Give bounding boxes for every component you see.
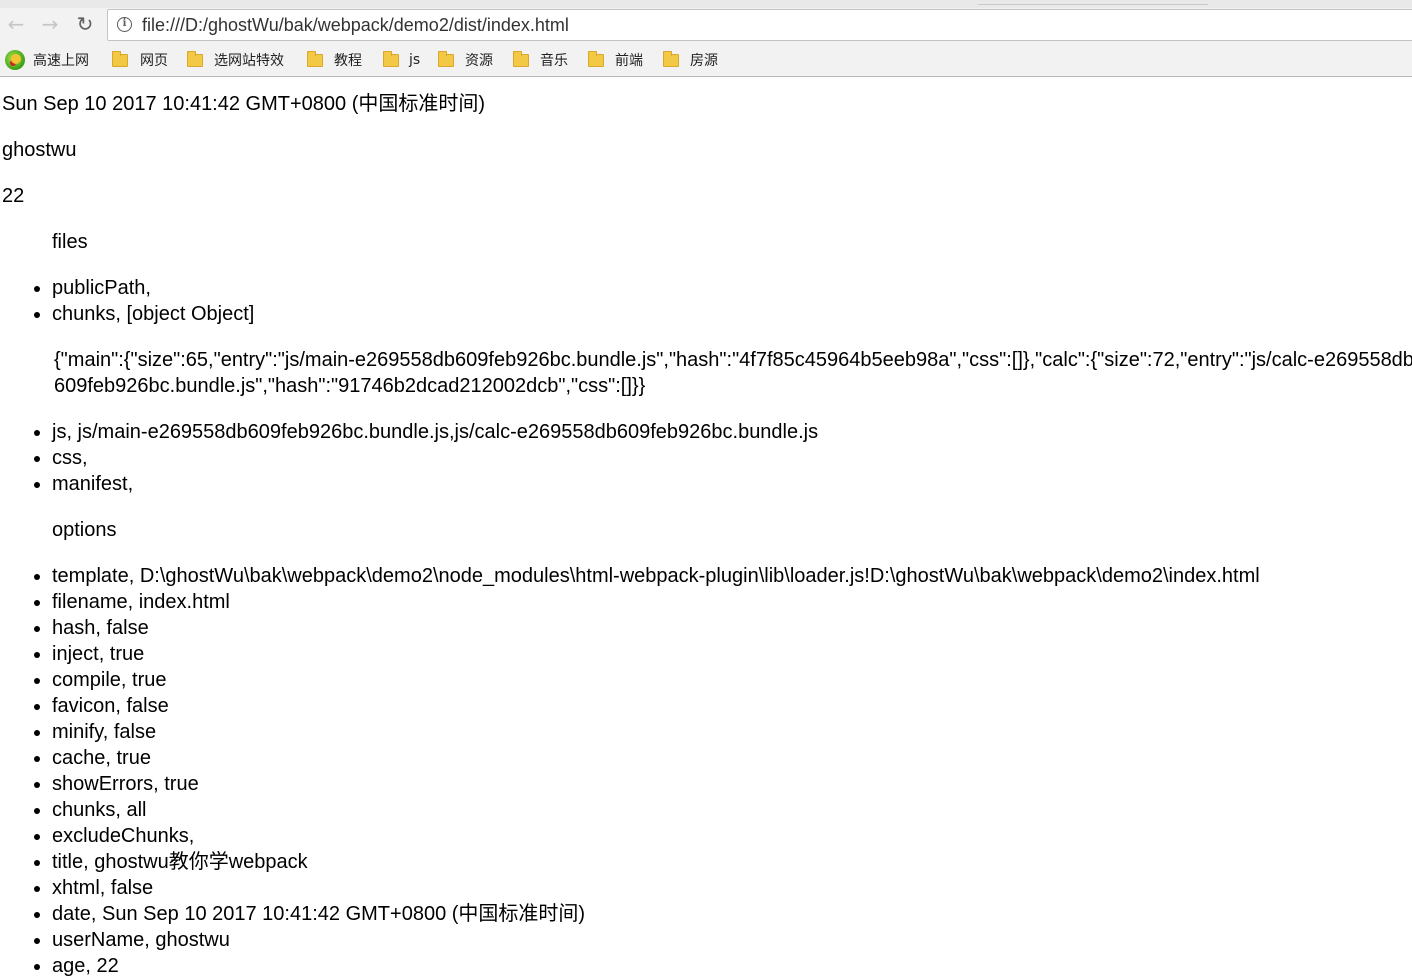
bookmark-label: 房源 (690, 53, 718, 69)
age-text: 22 (2, 185, 25, 207)
bookmark-label: 教程 (334, 53, 362, 69)
list-item: showErrors, true (52, 771, 1260, 797)
url-text[interactable]: file:///D:/ghostWu/bak/webpack/demo2/dis… (142, 13, 569, 37)
bookmark-fangyuan[interactable]: 房源 (663, 50, 718, 70)
bookmark-qianduan[interactable]: 前端 (588, 50, 643, 70)
list-item: excludeChunks, (52, 823, 1260, 849)
folder-icon (438, 50, 454, 67)
list-item: css, (52, 445, 818, 471)
files-list-a: publicPath, chunks, [object Object] (0, 275, 254, 327)
list-item: publicPath, (52, 275, 254, 301)
user-name-text: ghostwu (2, 139, 77, 161)
bookmark-gaosu[interactable]: 高速上网 (5, 50, 89, 70)
browser-toolbar: ← → ↻ i file:///D:/ghostWu/bak/webpack/d… (0, 0, 1412, 44)
list-item: compile, true (52, 667, 1260, 693)
bookmark-label: 资源 (465, 53, 493, 69)
list-item: chunks, [object Object] (52, 301, 254, 327)
list-item: favicon, false (52, 693, 1260, 719)
bookmark-label: js (409, 52, 421, 68)
bookmark-label: 音乐 (540, 53, 568, 69)
bookmark-jiaocheng[interactable]: 教程 (307, 50, 362, 70)
folder-icon (513, 50, 529, 67)
bookmarks-bar: 高速上网 网页 选网站特效 教程 js 资源 音乐 前端 房源 (0, 44, 1412, 77)
tab-strip (0, 0, 1412, 8)
list-item: template, D:\ghostWu\bak\webpack\demo2\n… (52, 563, 1260, 589)
list-item: date, Sun Sep 10 2017 10:41:42 GMT+0800 … (52, 901, 1260, 927)
bookmark-wangye[interactable]: 网页 (112, 50, 168, 70)
options-list: template, D:\ghostWu\bak\webpack\demo2\n… (0, 563, 1260, 979)
list-item: filename, index.html (52, 589, 1260, 615)
bookmark-label: 选网站特效 (214, 53, 284, 69)
files-heading: files (52, 231, 88, 253)
bookmark-label: 前端 (615, 53, 643, 69)
files-list-b: js, js/main-e269558db609feb926bc.bundle.… (0, 419, 818, 497)
list-item: title, ghostwu教你学webpack (52, 849, 1260, 875)
page-content: Sun Sep 10 2017 10:41:42 GMT+0800 (中国标准时… (0, 78, 1412, 980)
list-item: minify, false (52, 719, 1260, 745)
list-item: xhtml, false (52, 875, 1260, 901)
bookmark-yinyue[interactable]: 音乐 (513, 50, 568, 70)
forward-arrow-icon[interactable]: → (38, 12, 62, 36)
reload-icon[interactable]: ↻ (73, 12, 97, 36)
chunks-json: {"main":{"size":65,"entry":"js/main-e269… (54, 349, 1412, 397)
globe-icon (5, 50, 25, 70)
list-item: manifest, (52, 471, 818, 497)
bookmark-label: 网页 (140, 53, 168, 69)
list-item: inject, true (52, 641, 1260, 667)
list-item: userName, ghostwu (52, 927, 1260, 953)
date-text: Sun Sep 10 2017 10:41:42 GMT+0800 (中国标准时… (2, 93, 486, 115)
folder-icon (588, 50, 604, 67)
folder-icon (383, 50, 399, 67)
folder-icon (112, 50, 128, 67)
list-item: chunks, all (52, 797, 1260, 823)
bookmark-label: 高速上网 (33, 53, 89, 69)
bookmark-js[interactable]: js (383, 50, 420, 70)
options-heading: options (52, 519, 117, 541)
info-icon[interactable]: i (117, 17, 132, 32)
list-item: cache, true (52, 745, 1260, 771)
folder-icon (307, 50, 323, 67)
list-item: js, js/main-e269558db609feb926bc.bundle.… (52, 419, 818, 445)
back-arrow-icon[interactable]: ← (4, 12, 28, 36)
bookmark-ziyuan[interactable]: 资源 (438, 50, 493, 70)
address-bar[interactable]: i file:///D:/ghostWu/bak/webpack/demo2/d… (107, 9, 1412, 41)
bookmark-texiao[interactable]: 选网站特效 (187, 50, 284, 70)
tab-edge (978, 0, 1208, 5)
list-item: age, 22 (52, 953, 1260, 979)
folder-icon (663, 50, 679, 67)
list-item: hash, false (52, 615, 1260, 641)
folder-icon (187, 50, 203, 67)
